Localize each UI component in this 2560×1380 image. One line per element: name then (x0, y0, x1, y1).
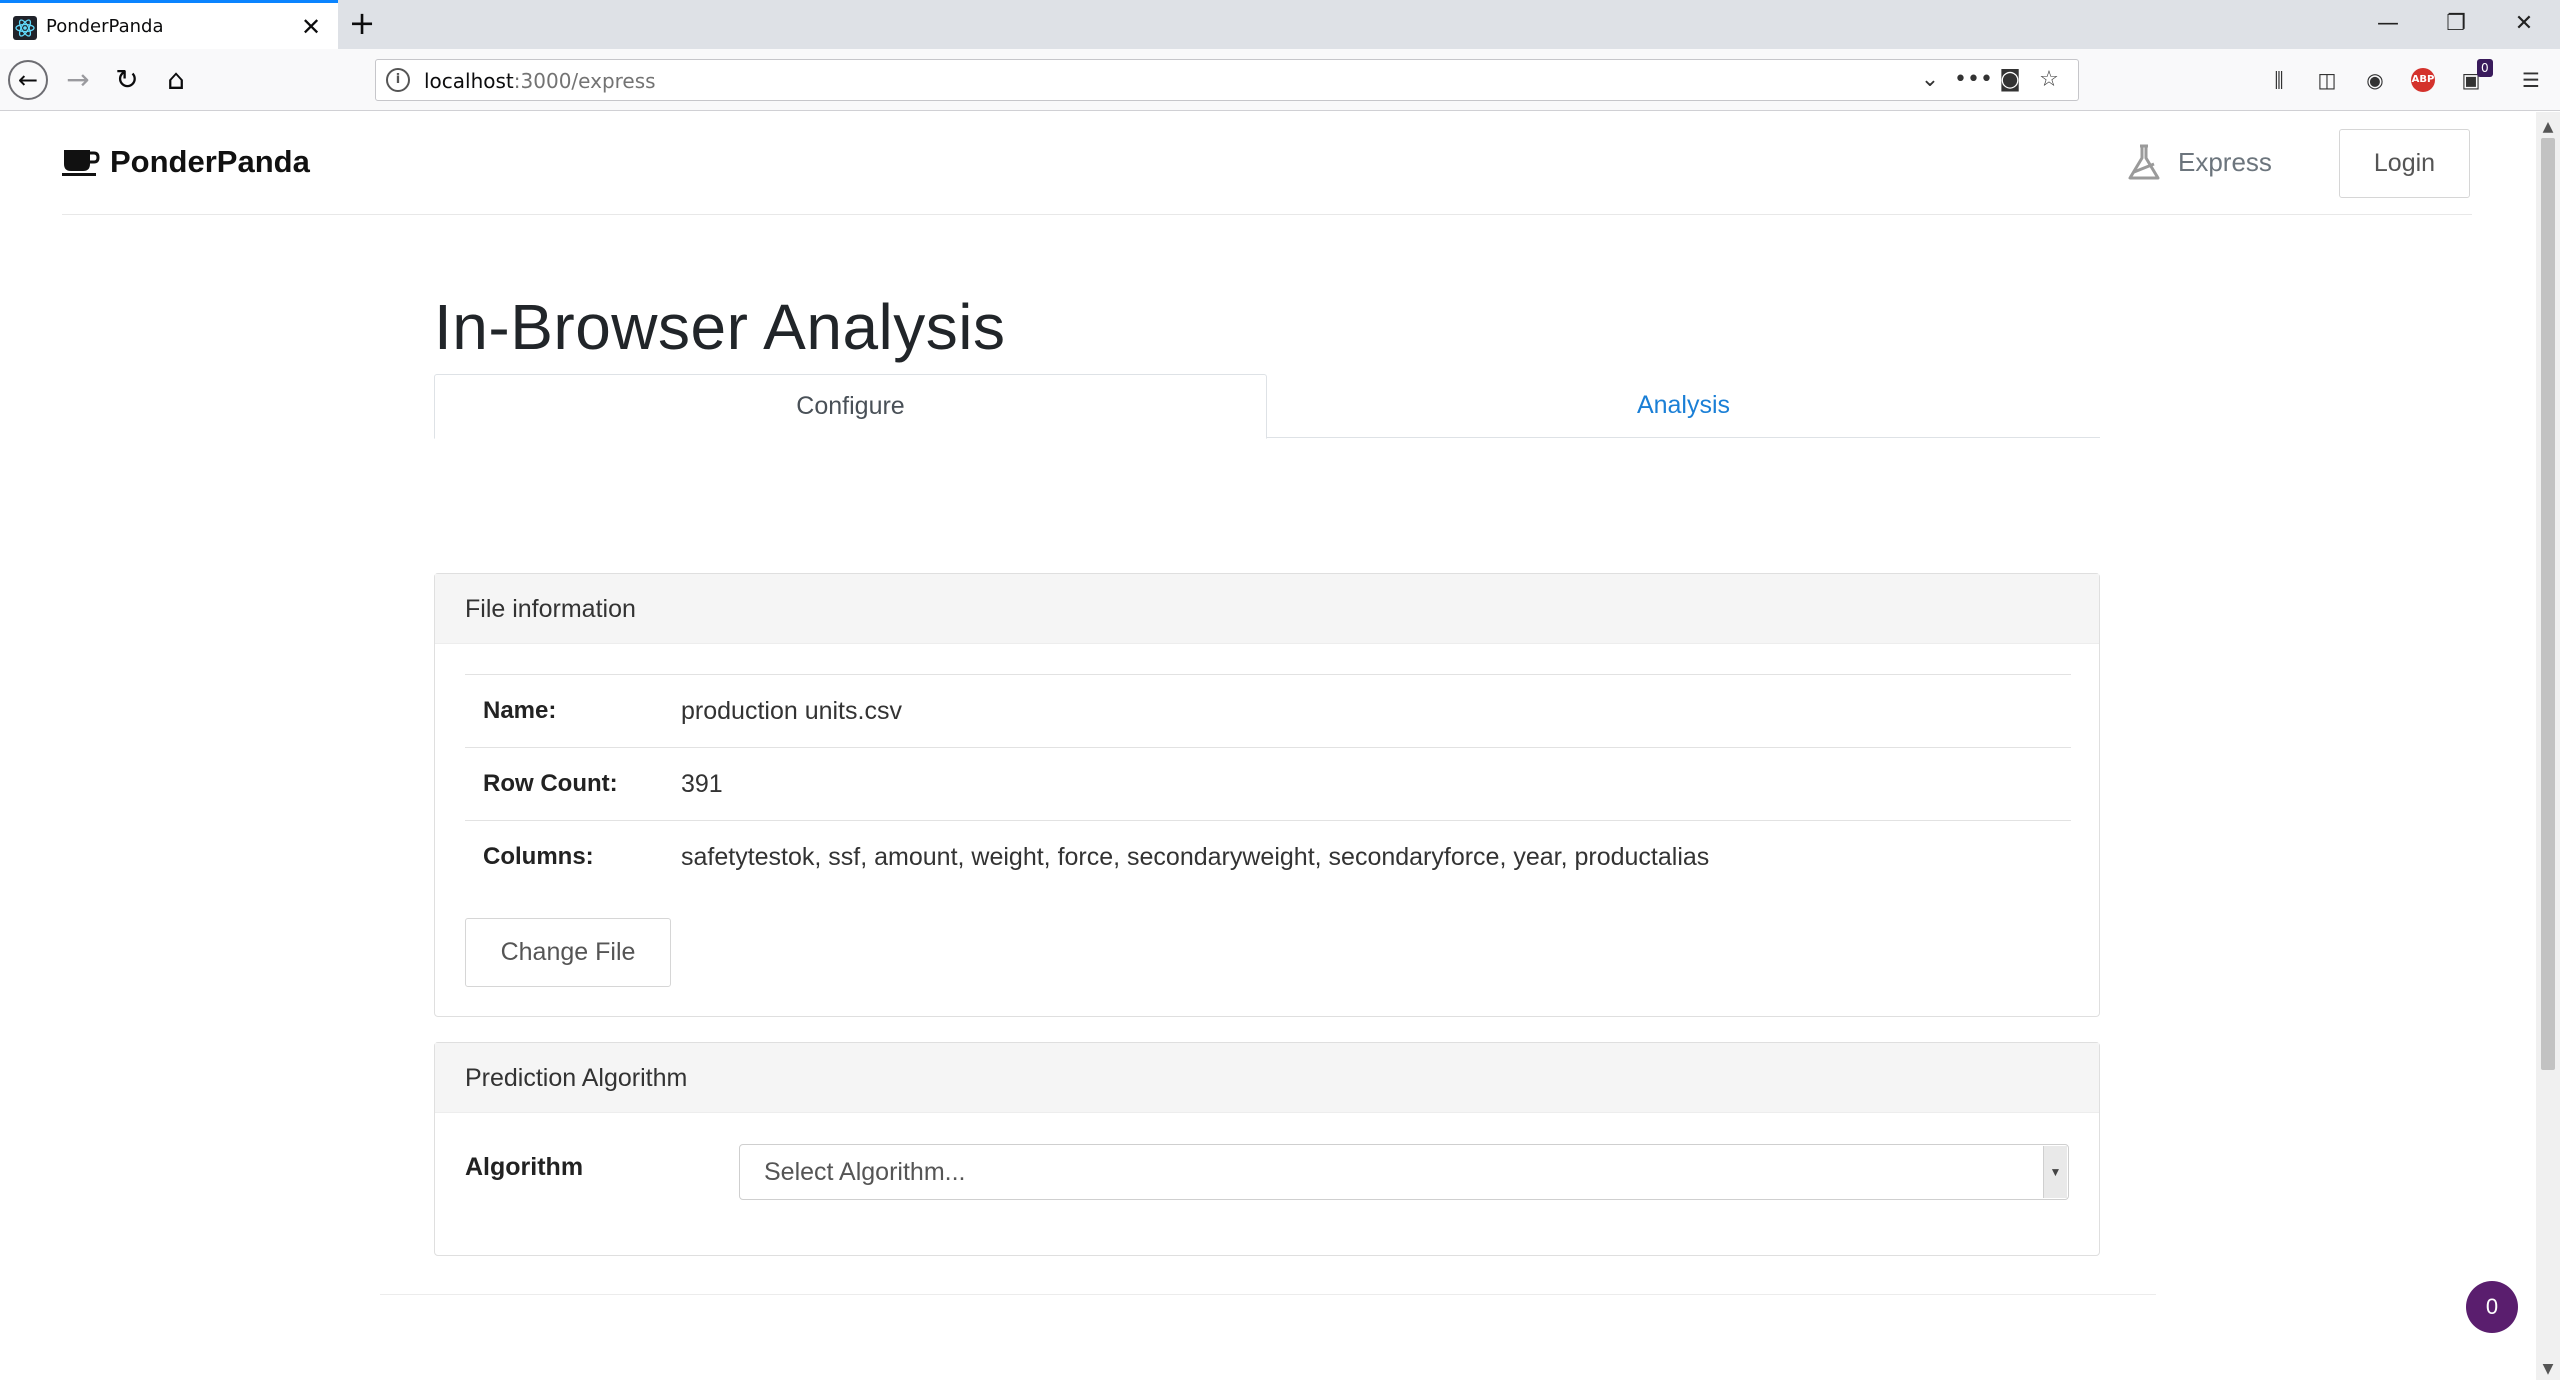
footer-divider (380, 1294, 2156, 1295)
reload-icon[interactable]: ↻ (107, 60, 147, 100)
window-close-button[interactable]: ✕ (2494, 6, 2554, 42)
row-count-value: 391 (681, 769, 723, 798)
name-value: production units.csv (681, 696, 902, 725)
tab-configure[interactable]: Configure (434, 374, 1267, 439)
restore-button[interactable]: ❐ (2426, 6, 2486, 42)
new-tab-button[interactable]: + (346, 7, 378, 40)
row-count-label: Row Count: (483, 770, 618, 797)
browser-tabstrip: PonderPanda ✕ + — ❐ ✕ (0, 0, 2560, 49)
table-row: Columns: safetytestok, ssf, amount, weig… (465, 820, 2071, 894)
header-divider (62, 214, 2472, 215)
algorithm-label: Algorithm (465, 1153, 584, 1181)
columns-label: Columns: (483, 843, 594, 871)
library-icon[interactable]: ⫼ (2264, 65, 2294, 95)
name-label: Name: (483, 697, 557, 724)
page: PonderPanda Express Login In-Browser Ana… (0, 112, 2536, 1380)
scroll-up-icon[interactable]: ▲ (2536, 116, 2560, 138)
tab-analysis[interactable]: Analysis (1267, 374, 2100, 438)
tab-title: PonderPanda (46, 16, 164, 37)
chevron-down-icon[interactable]: ▼ (2043, 1146, 2067, 1198)
browser-navbar: ← → ↻ ⌂ i localhost:3000/express ⌄ ••• ◙… (0, 49, 2560, 111)
pocket-icon[interactable]: ◙ (1994, 64, 2026, 96)
table-row: Name: production units.csv (465, 674, 2071, 748)
scroll-thumb[interactable] (2541, 138, 2555, 1070)
page-actions-icon[interactable]: ••• (1954, 64, 1993, 96)
page-title: In-Browser Analysis (434, 291, 1006, 363)
url-bar[interactable]: i localhost:3000/express ⌄ ••• ◙ ☆ (375, 59, 2079, 101)
express-nav-link[interactable]: Express (2124, 142, 2272, 182)
login-button[interactable]: Login (2339, 129, 2470, 198)
url-dropdown-icon[interactable]: ⌄ (1914, 64, 1946, 96)
url-text[interactable]: localhost:3000/express (424, 69, 656, 93)
table-row: Row Count: 391 (465, 747, 2071, 821)
react-favicon-icon (13, 16, 37, 40)
forward-icon[interactable]: → (58, 60, 98, 100)
back-icon[interactable]: ← (8, 60, 48, 100)
home-icon[interactable]: ⌂ (156, 60, 196, 100)
bookmark-star-icon[interactable]: ☆ (2033, 64, 2065, 96)
tab-bar: Configure Analysis (434, 374, 2100, 439)
file-info-table: Name: production units.csv Row Count: 39… (465, 674, 2071, 894)
adblock-icon[interactable]: ABP (2411, 68, 2435, 92)
express-label: Express (2178, 146, 2272, 177)
algorithm-select[interactable]: Select Algorithm... ▼ (739, 1144, 2069, 1200)
page-scrollbar[interactable]: ▲ ▼ (2536, 112, 2560, 1380)
account-icon[interactable]: ◉ (2360, 65, 2390, 95)
brand-name: PonderPanda (110, 144, 310, 179)
prediction-algorithm-header: Prediction Algorithm (435, 1043, 2099, 1113)
extension-badge: 0 (2477, 59, 2493, 77)
file-information-header: File information (435, 574, 2099, 644)
minimize-button[interactable]: — (2358, 6, 2418, 42)
tab-close-icon[interactable]: ✕ (298, 14, 324, 40)
chat-widget-button[interactable]: 0 (2466, 1281, 2518, 1333)
sidebar-icon[interactable]: ◫ (2312, 65, 2342, 95)
menu-icon[interactable]: ☰ (2516, 65, 2546, 95)
algorithm-select-value: Select Algorithm... (764, 1158, 966, 1186)
file-information-card: File information Name: production units.… (434, 573, 2100, 1017)
brand-link[interactable]: PonderPanda (62, 144, 310, 180)
flask-icon (2128, 144, 2160, 180)
prediction-algorithm-card: Prediction Algorithm Algorithm Select Al… (434, 1042, 2100, 1256)
scroll-down-icon[interactable]: ▼ (2536, 1358, 2560, 1380)
browser-tab[interactable]: PonderPanda ✕ (0, 0, 338, 49)
coffee-cup-icon (62, 150, 100, 176)
site-info-icon[interactable]: i (386, 68, 410, 92)
change-file-button[interactable]: Change File (465, 918, 671, 987)
columns-value: safetytestok, ssf, amount, weight, force… (681, 842, 1710, 871)
